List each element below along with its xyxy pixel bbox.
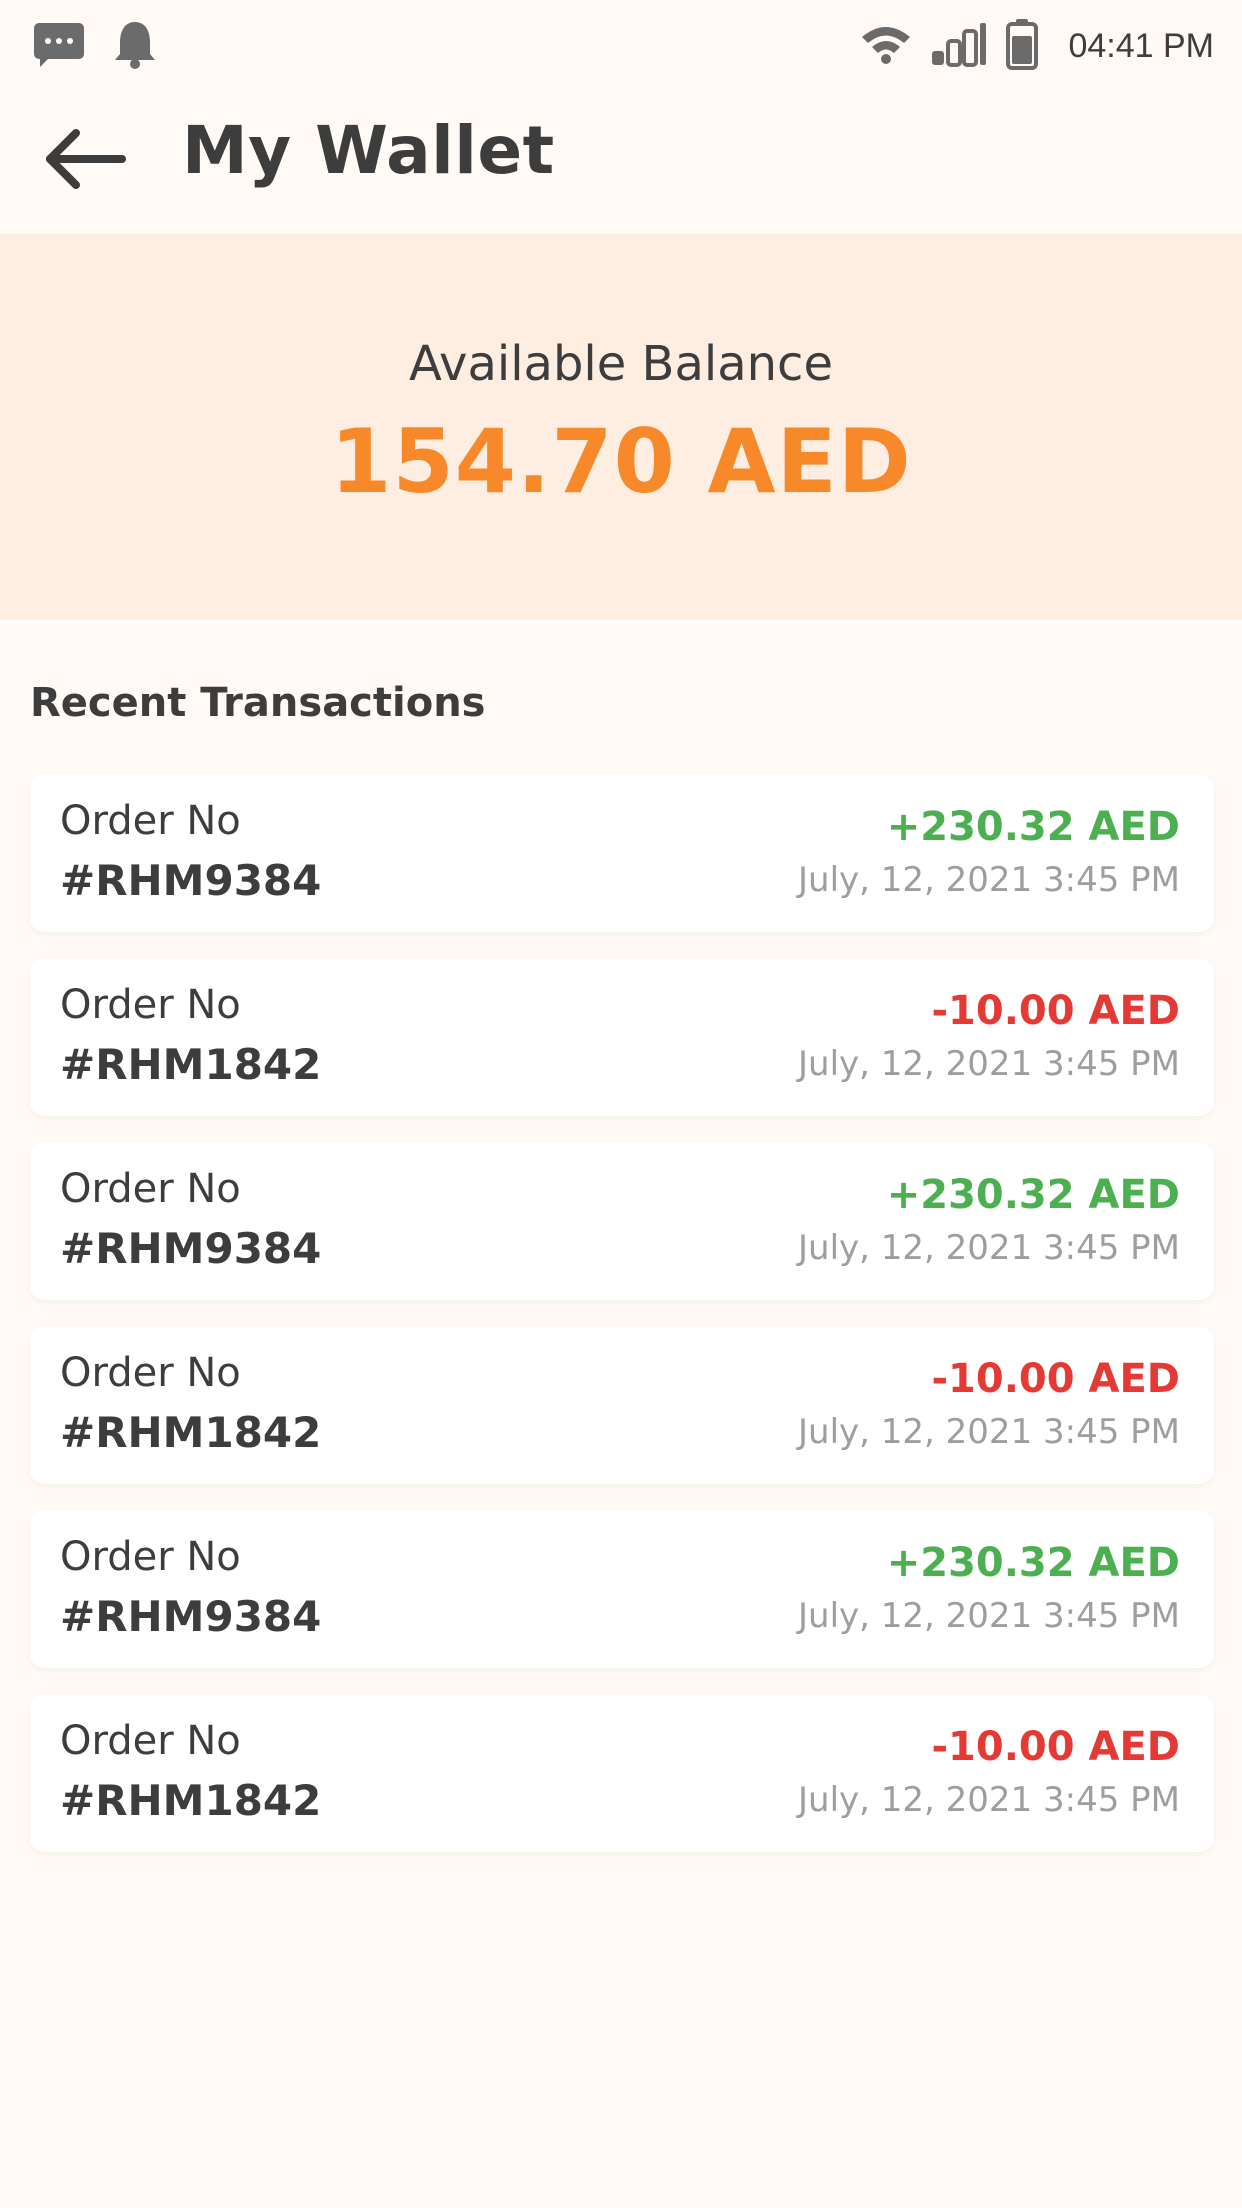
transaction-card[interactable]: Order No #RHM1842 -10.00 AED July, 12, 2… [30,958,1214,1116]
transaction-card[interactable]: Order No #RHM1842 -10.00 AED July, 12, 2… [30,1694,1214,1852]
transaction-date: July, 12, 2021 3:45 PM [798,1780,1180,1820]
recent-transactions-title: Recent Transactions [30,680,486,726]
transaction-date: July, 12, 2021 3:45 PM [798,1412,1180,1452]
status-bar: 04:41 PM [0,0,1242,90]
status-time: 04:41 PM [1068,26,1214,65]
transaction-date: July, 12, 2021 3:45 PM [798,1596,1180,1636]
transaction-amount: -10.00 AED [931,1356,1180,1402]
transaction-amount: +230.32 AED [886,1172,1180,1218]
message-icon [32,19,86,73]
transaction-amount: -10.00 AED [931,988,1180,1034]
app-bar: My Wallet [0,90,1242,234]
transaction-amount: +230.32 AED [886,804,1180,850]
transaction-card[interactable]: Order No #RHM9384 +230.32 AED July, 12, … [30,1142,1214,1300]
status-bar-left [32,18,158,74]
order-label: Order No [60,1534,241,1580]
transactions-list: Order No #RHM9384 +230.32 AED July, 12, … [30,774,1214,1878]
transaction-amount: -10.00 AED [931,1724,1180,1770]
order-number: #RHM9384 [60,1224,322,1273]
order-number: #RHM1842 [60,1776,322,1825]
arrow-left-icon [42,127,126,195]
order-number: #RHM1842 [60,1408,322,1457]
transaction-date: July, 12, 2021 3:45 PM [798,1228,1180,1268]
back-button[interactable] [36,116,132,206]
order-number: #RHM9384 [60,1592,322,1641]
transaction-card[interactable]: Order No #RHM1842 -10.00 AED July, 12, 2… [30,1326,1214,1484]
order-label: Order No [60,982,241,1028]
transaction-date: July, 12, 2021 3:45 PM [798,1044,1180,1084]
order-label: Order No [60,1350,241,1396]
balance-card: Available Balance 154.70 AED [0,234,1242,620]
transaction-amount: +230.32 AED [886,1540,1180,1586]
order-number: #RHM1842 [60,1040,322,1089]
order-number: #RHM9384 [60,856,322,905]
order-label: Order No [60,1166,241,1212]
transaction-card[interactable]: Order No #RHM9384 +230.32 AED July, 12, … [30,1510,1214,1668]
order-label: Order No [60,1718,241,1764]
notification-bell-icon [112,18,158,74]
balance-amount: 154.70 AED [330,410,912,513]
wifi-icon [860,23,912,69]
transaction-card[interactable]: Order No #RHM9384 +230.32 AED July, 12, … [30,774,1214,932]
status-bar-right: 04:41 PM [860,18,1214,74]
order-label: Order No [60,798,241,844]
battery-icon [1006,18,1039,74]
signal-icon [930,21,988,71]
page-title: My Wallet [182,112,555,189]
balance-label: Available Balance [409,336,833,392]
transaction-date: July, 12, 2021 3:45 PM [798,860,1180,900]
